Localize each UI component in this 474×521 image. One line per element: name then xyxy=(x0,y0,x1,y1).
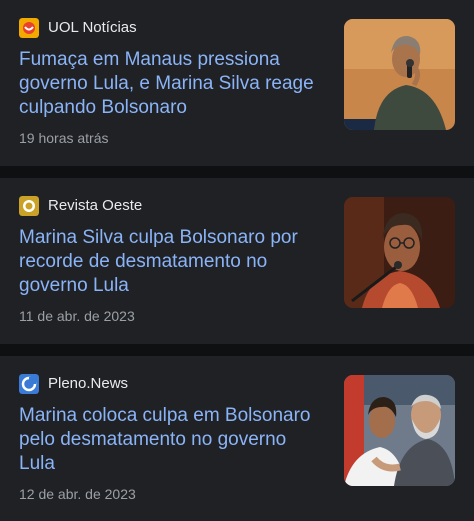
source-name: UOL Notícias xyxy=(48,19,137,36)
headline-link[interactable]: Marina coloca culpa em Bolsonaro pelo de… xyxy=(19,404,319,476)
timestamp: 19 horas atrás xyxy=(19,130,109,146)
source-name: Revista Oeste xyxy=(48,197,143,214)
headline-link[interactable]: Fumaça em Manaus pressiona governo Lula,… xyxy=(19,48,319,120)
headline-link[interactable]: Marina Silva culpa Bolsonaro por recorde… xyxy=(19,226,319,298)
timestamp: 12 de abr. de 2023 xyxy=(19,486,136,502)
news-source[interactable]: UOL Notícias xyxy=(19,18,137,38)
source-name: Pleno.News xyxy=(48,375,129,392)
thumbnail-image[interactable] xyxy=(344,375,455,486)
news-source[interactable]: Pleno.News xyxy=(19,374,128,394)
news-source[interactable]: Revista Oeste xyxy=(19,196,142,216)
revista-oeste-logo-icon xyxy=(19,196,39,216)
pleno-news-logo-icon xyxy=(19,374,39,394)
news-card[interactable]: Revista Oeste Marina Silva culpa Bolsona… xyxy=(0,178,474,344)
news-card[interactable]: UOL Notícias Fumaça em Manaus pressiona … xyxy=(0,0,474,166)
thumbnail-image[interactable] xyxy=(344,197,455,308)
timestamp: 11 de abr. de 2023 xyxy=(19,308,135,324)
uol-logo-icon xyxy=(19,18,39,38)
news-card[interactable]: Pleno.News Marina coloca culpa em Bolson… xyxy=(0,356,474,521)
thumbnail-image[interactable] xyxy=(344,19,455,130)
news-feed: UOL Notícias Fumaça em Manaus pressiona … xyxy=(0,0,474,521)
